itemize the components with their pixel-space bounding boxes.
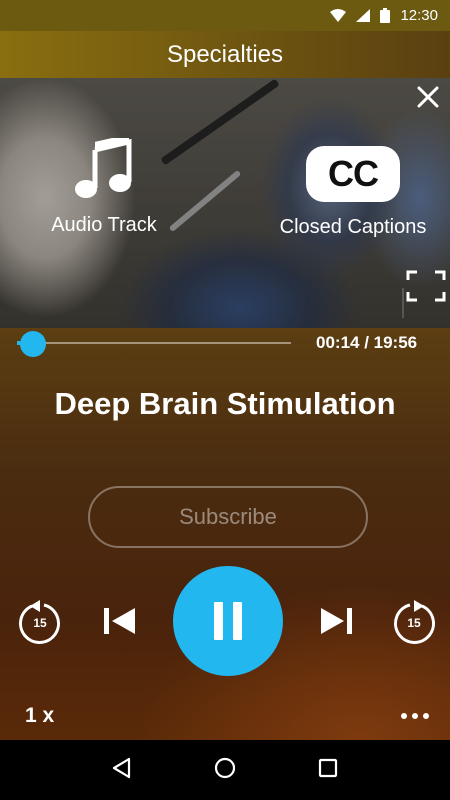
page-title: Specialties [166,40,284,68]
back-icon [112,757,130,778]
status-time: 12:30 [400,7,438,24]
play-pause-button[interactable] [173,566,283,676]
skip-previous-icon [104,608,135,634]
rewind-15-button[interactable]: 15 [18,599,62,645]
back-button[interactable] [111,757,133,784]
audio-track-label: Audio Track [51,214,157,236]
progress-thumb[interactable] [20,331,46,357]
home-icon [214,757,236,778]
closed-captions-label: Closed Captions [279,216,427,238]
cc-badge-text: CC [328,153,379,194]
previous-button[interactable] [102,605,138,637]
wifi-icon [330,9,347,22]
music-note-icon [75,138,132,198]
episode-title: Deep Brain Stimulation [54,386,396,421]
audio-track-button[interactable]: Audio Track [42,138,166,237]
closed-captions-icon: CC [306,146,400,202]
progress-track[interactable] [17,342,291,344]
skip-next-icon [321,608,352,634]
signal-icon [356,9,371,22]
close-icon [417,86,439,108]
more-options-button[interactable] [398,708,434,724]
more-dots-icon [401,713,429,719]
playback-speed-button[interactable]: 1 x [25,704,54,728]
app-header: Specialties [0,31,450,78]
status-bar: 12:30 [0,0,450,31]
pause-icon [214,602,242,640]
forward-seconds: 15 [407,616,421,630]
rewind-seconds: 15 [33,616,47,630]
close-button[interactable] [414,83,442,111]
home-button[interactable] [214,757,236,784]
closed-captions-button[interactable]: CC Closed Captions [268,146,438,239]
battery-icon [380,8,391,23]
subscribe-button[interactable]: Subscribe [88,486,368,548]
subscribe-label: Subscribe [179,504,277,529]
recents-button[interactable] [317,757,339,784]
forward-15-button[interactable]: 15 [392,599,436,645]
time-display: 00:14 / 19:56 [316,333,418,352]
next-button[interactable] [318,605,354,637]
recents-icon [319,758,338,777]
fullscreen-button[interactable] [406,270,446,302]
system-nav-bar [0,740,450,800]
fullscreen-icon [406,270,446,302]
